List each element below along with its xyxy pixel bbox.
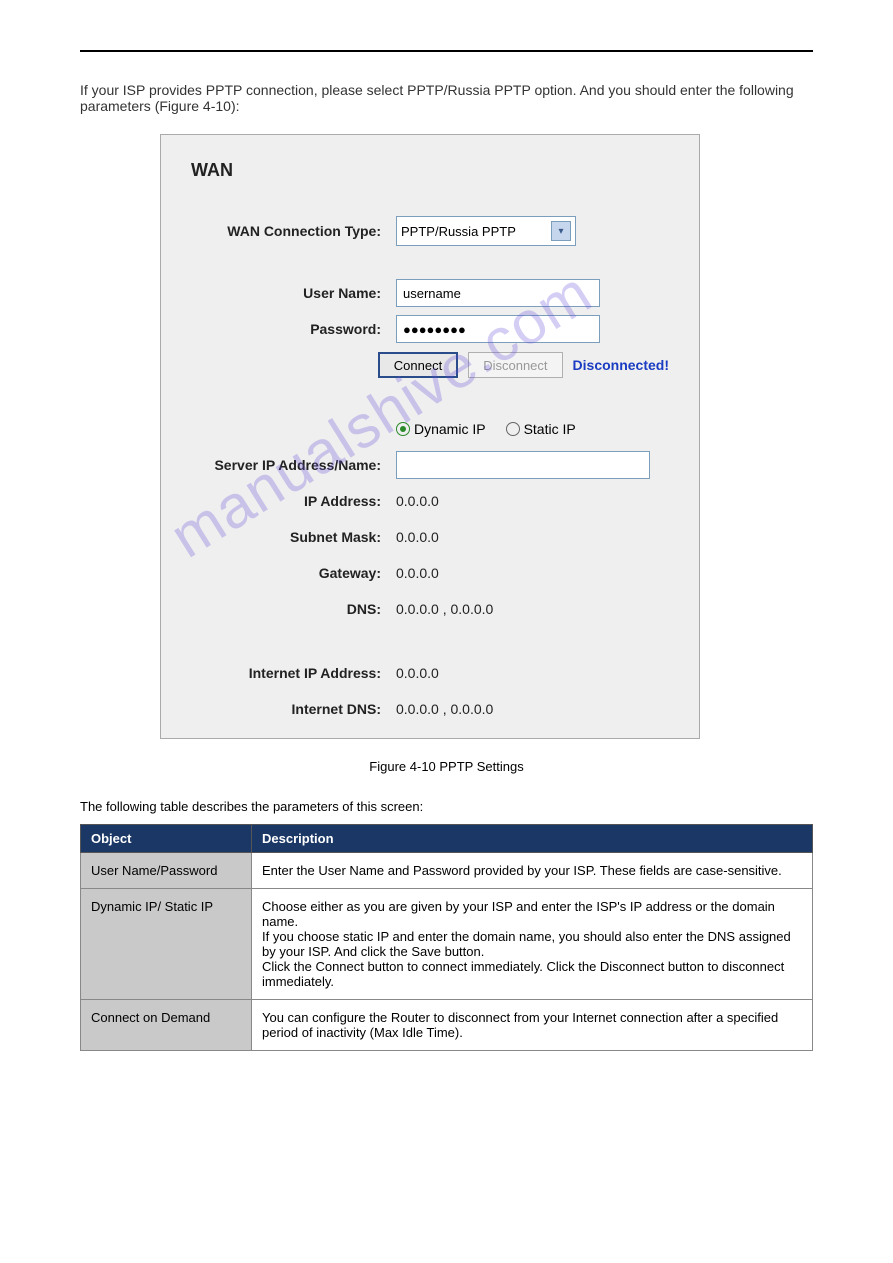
table-row: User Name/Password Enter the User Name a… — [81, 853, 813, 889]
value-ip-address: 0.0.0.0 — [396, 493, 439, 509]
label-subnet: Subnet Mask: — [191, 529, 396, 545]
label-dns: DNS: — [191, 601, 396, 617]
cell-description: Choose either as you are given by your I… — [252, 889, 813, 1000]
label-password: Password: — [191, 321, 396, 337]
connection-type-select[interactable]: PPTP/Russia PPTP ▾ — [396, 216, 576, 246]
radio-static-ip[interactable]: Static IP — [506, 421, 576, 437]
header-divider — [80, 50, 813, 52]
radio-unselected-icon — [506, 422, 520, 436]
cell-description: Enter the User Name and Password provide… — [252, 853, 813, 889]
table-intro: The following table describes the parame… — [80, 799, 813, 814]
parameters-table: Object Description User Name/Password En… — [80, 824, 813, 1051]
cell-description: You can configure the Router to disconne… — [252, 1000, 813, 1051]
password-value: ●●●●●●●● — [403, 322, 466, 337]
username-input[interactable] — [396, 279, 600, 307]
value-internet-dns: 0.0.0.0 , 0.0.0.0 — [396, 701, 493, 717]
intro-paragraph: If your ISP provides PPTP connection, pl… — [80, 82, 813, 114]
label-username: User Name: — [191, 285, 396, 301]
cell-object: User Name/Password — [81, 853, 252, 889]
connection-type-value: PPTP/Russia PPTP — [401, 224, 516, 239]
radio-dynamic-label: Dynamic IP — [414, 421, 486, 437]
server-input[interactable] — [396, 451, 650, 479]
table-row: Dynamic IP/ Static IP Choose either as y… — [81, 889, 813, 1000]
password-input[interactable]: ●●●●●●●● — [396, 315, 600, 343]
radio-dynamic-ip[interactable]: Dynamic IP — [396, 421, 486, 437]
figure-caption: Figure 4-10 PPTP Settings — [80, 759, 813, 774]
wan-settings-panel: WAN WAN Connection Type: PPTP/Russia PPT… — [160, 134, 700, 739]
header-object: Object — [81, 825, 252, 853]
cell-object: Connect on Demand — [81, 1000, 252, 1051]
value-internet-ip: 0.0.0.0 — [396, 665, 439, 681]
value-dns: 0.0.0.0 , 0.0.0.0 — [396, 601, 493, 617]
label-gateway: Gateway: — [191, 565, 396, 581]
disconnect-button[interactable]: Disconnect — [468, 352, 562, 378]
label-server: Server IP Address/Name: — [191, 457, 396, 473]
header-description: Description — [252, 825, 813, 853]
connection-status: Disconnected! — [573, 357, 669, 373]
value-subnet: 0.0.0.0 — [396, 529, 439, 545]
cell-object: Dynamic IP/ Static IP — [81, 889, 252, 1000]
radio-static-label: Static IP — [524, 421, 576, 437]
dropdown-arrow-icon: ▾ — [551, 221, 571, 241]
connect-button[interactable]: Connect — [378, 352, 458, 378]
value-gateway: 0.0.0.0 — [396, 565, 439, 581]
label-internet-dns: Internet DNS: — [191, 701, 396, 717]
panel-title: WAN — [191, 160, 669, 181]
label-ip-address: IP Address: — [191, 493, 396, 509]
radio-selected-icon — [396, 422, 410, 436]
label-connection-type: WAN Connection Type: — [191, 223, 396, 239]
table-row: Connect on Demand You can configure the … — [81, 1000, 813, 1051]
label-internet-ip: Internet IP Address: — [191, 665, 396, 681]
